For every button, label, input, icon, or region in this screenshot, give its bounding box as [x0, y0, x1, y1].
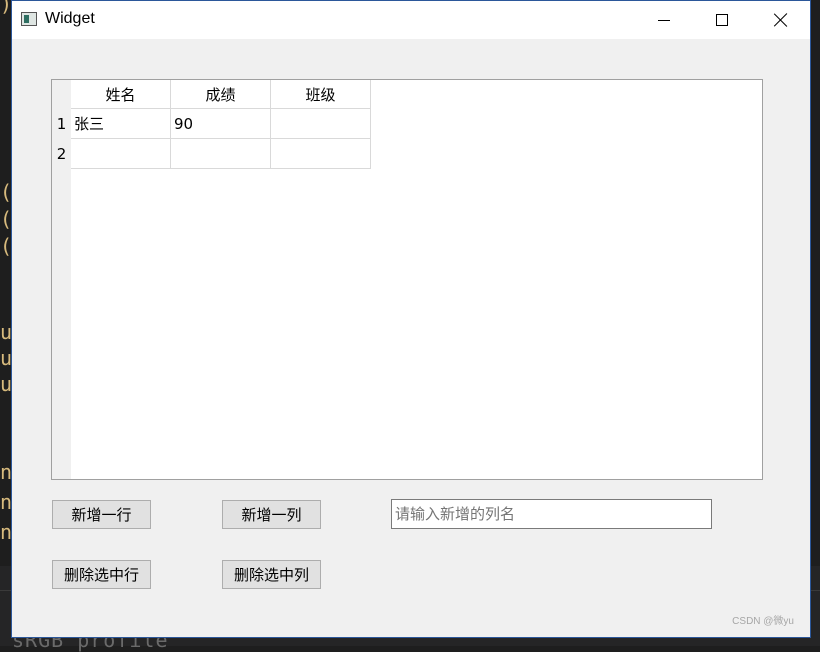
table-cell[interactable]: [271, 109, 371, 139]
maximize-icon: [716, 14, 728, 26]
window-title: Widget: [45, 10, 95, 27]
row-header[interactable]: 1: [52, 109, 71, 139]
delete-selected-column-button[interactable]: 删除选中列: [222, 560, 321, 589]
minimize-icon: [658, 19, 670, 21]
delete-selected-row-button[interactable]: 删除选中行: [52, 560, 151, 589]
table-cell[interactable]: 张三: [71, 109, 171, 139]
close-icon: [774, 13, 788, 27]
table-cell[interactable]: [71, 139, 171, 169]
add-column-button[interactable]: 新增一列: [222, 500, 321, 529]
watermark: CSDN @微yu: [732, 616, 794, 627]
widget-window: Widget 姓名 成绩 班级 1 2 张三 90 新增一行 新增一列 删除选中…: [11, 0, 811, 638]
table-widget[interactable]: 姓名 成绩 班级 1 2 张三 90: [51, 79, 763, 480]
app-icon: [21, 12, 37, 26]
table-cell[interactable]: [271, 139, 371, 169]
column-header[interactable]: 班级: [271, 80, 371, 109]
column-header[interactable]: 姓名: [71, 80, 171, 109]
close-button[interactable]: [752, 1, 810, 39]
row-header[interactable]: 2: [52, 139, 71, 169]
column-header[interactable]: 成绩: [171, 80, 271, 109]
add-row-button[interactable]: 新增一行: [52, 500, 151, 529]
table-cell[interactable]: [171, 139, 271, 169]
column-name-input[interactable]: [391, 499, 712, 529]
table-cell[interactable]: 90: [171, 109, 271, 139]
minimize-button[interactable]: [635, 1, 693, 39]
maximize-button[interactable]: [693, 1, 751, 39]
title-bar[interactable]: Widget: [12, 1, 810, 39]
